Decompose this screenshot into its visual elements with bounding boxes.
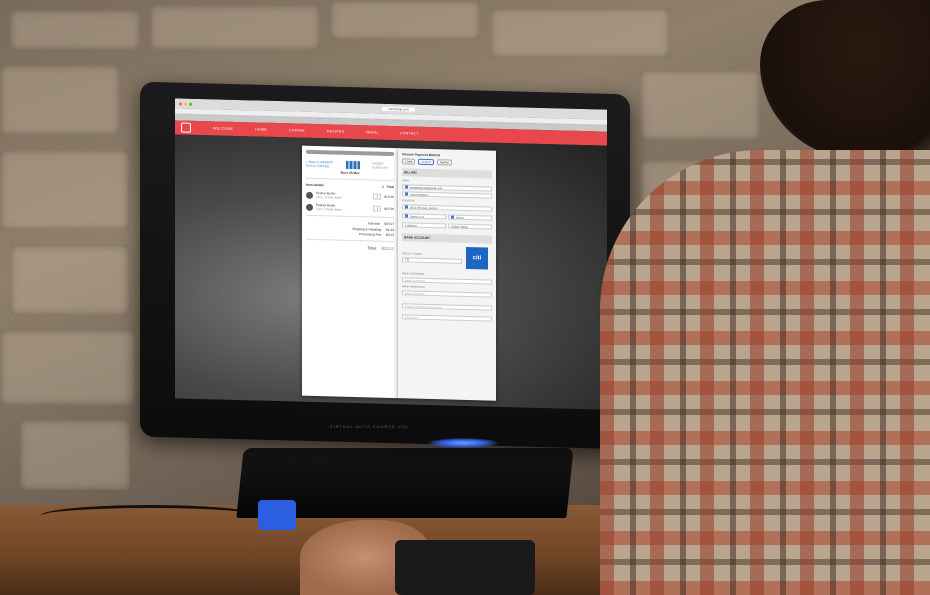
order-title: Your Order — [340, 170, 360, 176]
item-sub: 12oz, Whole Bean — [316, 207, 343, 212]
address-bar[interactable]: ceresshop.com — [382, 106, 415, 112]
person-head — [760, 0, 930, 160]
check-icon — [405, 205, 408, 209]
brick — [20, 420, 130, 490]
zip-field[interactable]: 95060 — [448, 214, 492, 221]
monitor-screen: ceresshop.com WELCOME HOME COFFEE RECIPE… — [175, 98, 607, 410]
nav-item[interactable]: HOME — [255, 127, 267, 131]
summary-hint: ORDER SUMMARY — [372, 161, 389, 170]
password-field[interactable]: Bank Password — [402, 290, 492, 298]
item-price: $15.00 — [384, 206, 394, 212]
col-total-header: Total — [386, 184, 394, 190]
shipping-value: $1.99 — [386, 227, 394, 232]
close-dot-icon[interactable] — [179, 101, 182, 106]
nav-item[interactable]: RECIPES — [327, 129, 344, 133]
brick — [10, 245, 130, 315]
country-select[interactable]: United States — [448, 223, 492, 230]
city-field[interactable]: Santa Cruz — [402, 213, 446, 220]
check-icon — [451, 215, 454, 219]
coffee-bag-icon — [306, 191, 313, 199]
processing-label: Processing Fee: — [358, 232, 383, 237]
payment-card: Choose Payment Method Credit eCheck PayP… — [398, 148, 496, 401]
payment-methods: Credit eCheck PayPal — [402, 158, 492, 166]
method-echeck[interactable]: eCheck — [418, 158, 434, 166]
total-label: Total — [367, 245, 376, 251]
citi-logo: citi — [466, 246, 488, 270]
plaid-shirt — [600, 150, 930, 595]
subtotal-label: Subtotal: — [367, 221, 381, 226]
brick — [0, 330, 135, 405]
brick — [10, 10, 140, 50]
back-link[interactable]: < Back to ABSENT-SOCO COFFEE — [306, 160, 334, 169]
item-qty-input[interactable]: 1 — [373, 193, 382, 200]
state-select[interactable]: California — [402, 222, 446, 229]
subtotal-value: $30.97 — [384, 221, 394, 227]
phone-field[interactable]: Phone Number (xxx-xxx-xxxx) — [402, 303, 492, 311]
nav-item[interactable]: COFFEE — [289, 128, 305, 132]
bank-select-label: SELECT A BANK — [402, 251, 422, 256]
bank-heading: BANK ACCOUNT — [402, 233, 492, 244]
order-summary-card: < Back to ABSENT-SOCO COFFEE ORDER SUMMA… — [302, 145, 398, 399]
brick — [150, 5, 320, 50]
name-field[interactable]: Dana Bingham — [402, 191, 492, 199]
nav-item[interactable]: WELCOME — [213, 126, 233, 131]
monitor-buttons-label: VIRTUAL AUTO SOURCE VOL — [330, 424, 409, 429]
check-icon — [405, 192, 408, 196]
shipping-label: Shipping & Handling: — [352, 226, 383, 232]
nav-item[interactable]: CONTACT — [400, 131, 419, 135]
photo-scene: VIRTUAL AUTO SOURCE VOL ceresshop.com WE… — [0, 0, 930, 595]
dob-field[interactable]: DOB/SSN — [402, 314, 492, 322]
item-qty-input[interactable]: 1 — [373, 205, 382, 212]
order-item: Peanut Butter 12oz, Whole Bean 1 $15.00 — [306, 203, 394, 213]
laptop-keyboard — [395, 540, 535, 595]
billing-heading: BILLING — [402, 168, 492, 179]
col-item-header: Item Details — [306, 182, 324, 188]
site-logo-icon[interactable] — [181, 122, 191, 133]
nav-item[interactable]: MENU — [366, 130, 378, 134]
progress-bar — [306, 149, 394, 157]
order-item: Peanut Butter 12oz, Whole Bean 1 $15.00 — [306, 191, 394, 201]
brick — [0, 150, 130, 230]
check-icon — [405, 214, 408, 218]
bank-select[interactable]: Citi — [402, 256, 462, 264]
item-price: $15.00 — [384, 194, 394, 200]
brick — [330, 0, 480, 40]
street-field[interactable]: 4513 Elm Ave, Suite 4 — [402, 204, 492, 212]
coffee-bag-icon — [306, 203, 313, 211]
total-value: $33.21 — [381, 245, 394, 252]
minimize-dot-icon[interactable] — [184, 102, 187, 106]
method-paypal[interactable]: PayPal — [436, 159, 452, 166]
person — [560, 0, 930, 595]
brick — [0, 65, 120, 135]
store-awning-icon — [346, 160, 360, 170]
usb-connector — [258, 500, 296, 530]
processing-value: $0.25 — [386, 232, 394, 238]
usb-cable — [40, 505, 260, 527]
username-field[interactable]: Bank Username — [402, 277, 492, 285]
check-icon — [405, 185, 408, 189]
zoom-dot-icon[interactable] — [189, 102, 192, 106]
power-led-glow — [428, 438, 498, 448]
email-field[interactable]: emailaddress@gmail.com — [402, 184, 492, 192]
method-credit[interactable]: Credit — [402, 158, 416, 165]
item-sub: 12oz, Whole Bean — [316, 195, 343, 200]
col-qty-header: # — [382, 184, 384, 189]
